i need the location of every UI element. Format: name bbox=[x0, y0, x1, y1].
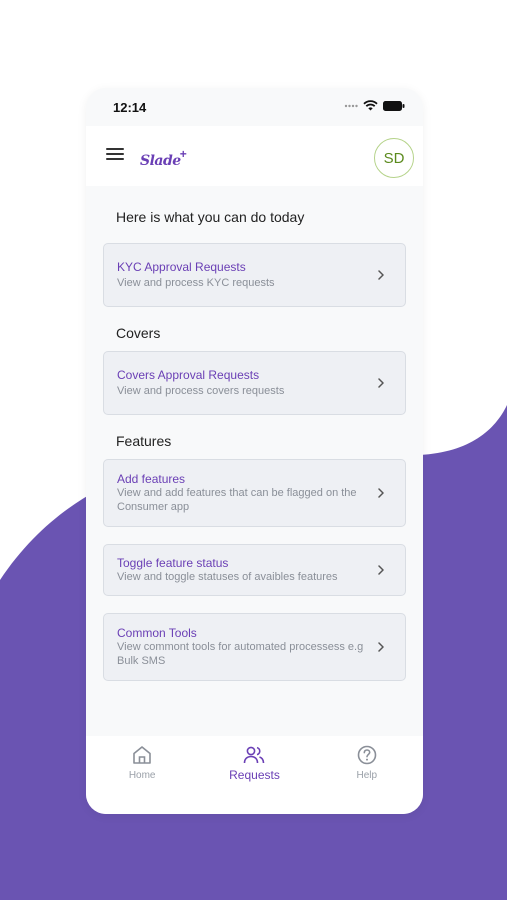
phone-frame: 12:14 Slade + SD Here is what you can do… bbox=[86, 88, 423, 814]
card-subtitle: View and add features that can be flagge… bbox=[117, 487, 357, 513]
screen: 12:14 Slade + SD Here is what you can do… bbox=[0, 0, 507, 900]
intro-title: Here is what you can do today bbox=[116, 209, 305, 225]
card-title: Covers Approval Requests bbox=[117, 368, 260, 382]
chevron-right-icon bbox=[378, 565, 384, 575]
tab-requests[interactable]: Requests bbox=[209, 744, 299, 782]
common-tools-card[interactable]: Common Tools View commont tools for auto… bbox=[103, 613, 406, 681]
signal-dots-icon bbox=[344, 104, 358, 107]
covers-section-title: Covers bbox=[116, 325, 161, 341]
card-subtitle: View commont tools for automated process… bbox=[117, 641, 364, 667]
chevron-right-icon bbox=[378, 488, 384, 498]
status-icons bbox=[344, 100, 405, 111]
covers-approval-card[interactable]: Covers Approval Requests View and proces… bbox=[103, 351, 406, 415]
chevron-right-icon bbox=[378, 642, 384, 652]
tab-label: Requests bbox=[229, 768, 280, 782]
tab-label: Help bbox=[356, 770, 378, 781]
features-section-title: Features bbox=[116, 433, 172, 449]
status-time: 12:14 bbox=[113, 100, 147, 115]
users-icon bbox=[244, 746, 265, 764]
toggle-feature-status-card[interactable]: Toggle feature status View and toggle st… bbox=[103, 544, 406, 596]
battery-icon bbox=[383, 100, 405, 111]
chevron-right-icon bbox=[378, 270, 384, 280]
tab-home[interactable]: Home bbox=[97, 744, 187, 781]
add-features-card[interactable]: Add features View and add features that … bbox=[103, 459, 406, 527]
main-content: Here is what you can do today KYC Approv… bbox=[86, 209, 423, 681]
help-circle-icon bbox=[357, 745, 377, 765]
hamburger-menu-icon[interactable] bbox=[106, 148, 124, 162]
avatar[interactable]: SD bbox=[374, 138, 414, 178]
chevron-right-icon bbox=[378, 378, 384, 388]
app-bar: Slade + SD bbox=[86, 126, 423, 186]
card-title: Toggle feature status bbox=[117, 556, 229, 570]
card-subtitle: View and process KYC requests bbox=[117, 277, 275, 289]
tab-label: Home bbox=[128, 770, 156, 781]
card-subtitle: View and process covers requests bbox=[117, 385, 285, 397]
wifi-icon bbox=[363, 100, 378, 111]
home-icon bbox=[133, 746, 151, 764]
tab-help[interactable]: Help bbox=[322, 744, 412, 781]
slade-logo: Slade + bbox=[140, 147, 187, 169]
status-bar: 12:14 bbox=[86, 88, 423, 126]
card-title: KYC Approval Requests bbox=[117, 260, 246, 274]
card-title: Add features bbox=[117, 472, 186, 486]
bottom-tab-bar: Home Requests Help bbox=[86, 736, 423, 814]
card-subtitle: View and toggle statuses of avaibles fea… bbox=[117, 571, 338, 583]
card-title: Common Tools bbox=[117, 626, 197, 640]
kyc-approval-card[interactable]: KYC Approval Requests View and process K… bbox=[103, 243, 406, 307]
